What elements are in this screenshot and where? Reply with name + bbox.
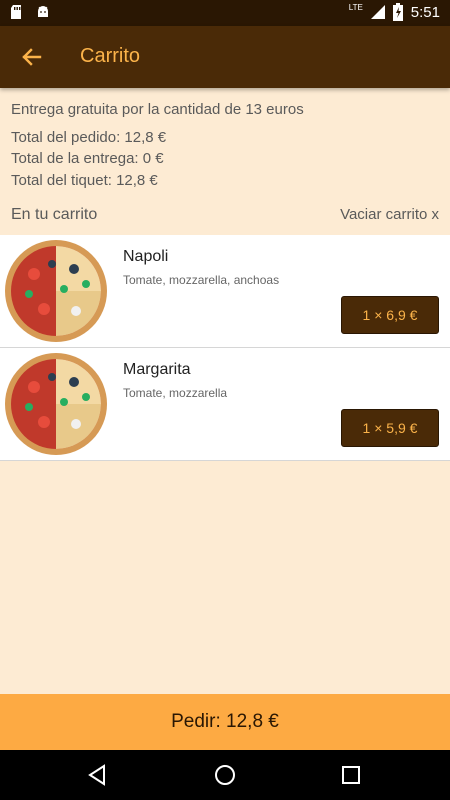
navigation-bar	[0, 750, 450, 800]
sd-card-icon	[11, 5, 21, 19]
back-arrow-icon[interactable]	[18, 43, 46, 71]
pizza-image	[5, 353, 107, 455]
pizza-image	[5, 240, 107, 342]
order-total-text: Total del pedido: 12,8 €	[11, 129, 167, 146]
clear-cart-button[interactable]: Vaciar carrito x	[340, 206, 439, 223]
cart-list: Napoli Tomate, mozzarella, anchoas 1 × 6…	[0, 235, 450, 461]
clock: 5:51	[410, 3, 440, 21]
signal-icon	[370, 5, 385, 19]
delivery-total-text: Total de la entrega: 0 €	[11, 150, 164, 167]
nav-recents-icon[interactable]	[338, 762, 364, 788]
item-name: Napoli	[123, 248, 169, 265]
cart-header: En tu carrito Vaciar carrito x	[0, 203, 450, 229]
network-label: LTE	[348, 2, 363, 12]
nav-back-icon[interactable]	[85, 762, 111, 788]
page-title: Carrito	[80, 45, 141, 67]
item-name: Margarita	[123, 361, 191, 378]
free-delivery-text: Entrega gratuita por la cantidad de 13 e…	[11, 101, 304, 118]
android-icon	[38, 6, 48, 17]
battery-icon	[392, 3, 403, 21]
item-price-button[interactable]: 1 × 5,9 €	[341, 409, 439, 447]
ticket-total-text: Total del tiquet: 12,8 €	[11, 172, 158, 189]
nav-home-icon[interactable]	[212, 762, 238, 788]
order-button[interactable]: Pedir: 12,8 €	[0, 694, 450, 750]
app-bar: Carrito	[0, 26, 450, 88]
cart-item: Margarita Tomate, mozzarella 1 × 5,9 €	[0, 348, 450, 461]
item-description: Tomate, mozzarella	[123, 386, 228, 400]
cart-section-label: En tu carrito	[11, 206, 98, 223]
status-bar: LTE 5:51	[0, 0, 450, 26]
item-price-button[interactable]: 1 × 6,9 €	[341, 296, 439, 334]
cart-item: Napoli Tomate, mozzarella, anchoas 1 × 6…	[0, 235, 450, 348]
item-description: Tomate, mozzarella, anchoas	[123, 273, 280, 287]
